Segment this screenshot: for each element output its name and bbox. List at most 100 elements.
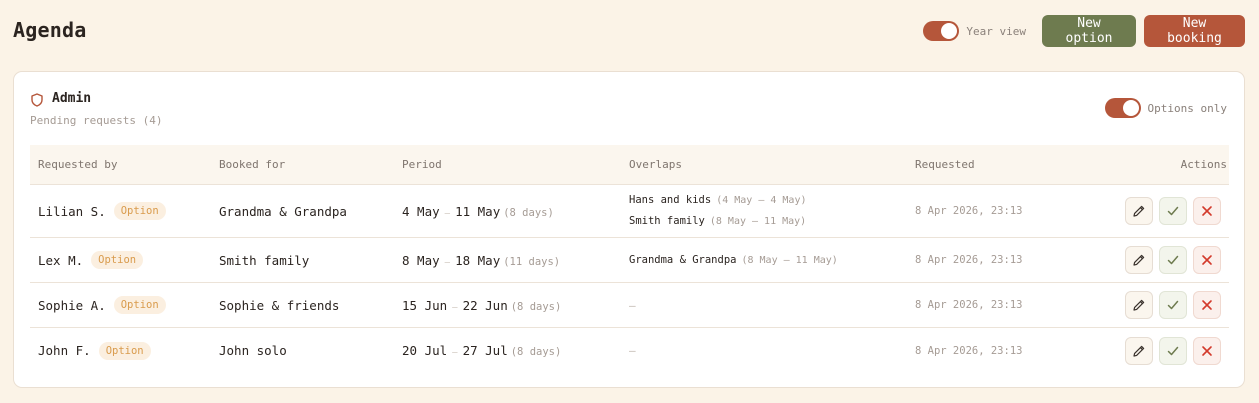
requester-name: Sophie A. — [38, 297, 106, 313]
approve-button[interactable] — [1159, 336, 1187, 365]
option-badge: Option — [91, 251, 144, 269]
period-days: (8 days) — [503, 206, 554, 219]
period-days: (8 days) — [510, 300, 562, 313]
table-row: Lilian S. Option Grandma & Grandpa 4 May –… — [30, 185, 1229, 238]
edit-button[interactable] — [1125, 291, 1153, 319]
booked-for: Sophie & friends — [219, 297, 340, 313]
pending-requests-count: Pending requests (4) — [30, 114, 163, 127]
new-option-button[interactable]: New option — [1042, 15, 1136, 47]
row-actions — [1105, 197, 1229, 225]
period: 8 May –18 May (11 days) — [402, 253, 629, 268]
overlaps-empty: – — [629, 298, 636, 312]
overlaps: Grandma & Grandpa (8 May – 11 May) — [629, 250, 915, 271]
admin-header: Admin — [31, 91, 92, 107]
admin-card: Admin Pending requests (4) Options only … — [13, 71, 1245, 388]
requested-date: 8 Apr 2026, 23:13 — [915, 254, 1023, 266]
row-actions — [1105, 291, 1229, 319]
requester-name: Lex M. — [38, 252, 84, 268]
period-end: 11 May — [455, 203, 501, 219]
row-actions — [1105, 336, 1229, 365]
toggle-knob — [941, 23, 958, 39]
edit-button[interactable] — [1125, 197, 1153, 225]
check-icon — [1167, 206, 1179, 216]
overlap-range: (8 May – 11 May) — [709, 216, 807, 227]
requested-date: 8 Apr 2026, 23:13 — [915, 205, 1023, 217]
year-view-toggle-group: Year view — [923, 21, 1026, 41]
period-start: 15 Jun — [402, 297, 448, 313]
table-row: Sophie A. Option Sophie & friends 15 Jun –… — [30, 283, 1229, 328]
edit-icon — [1133, 345, 1145, 357]
edit-icon — [1133, 299, 1145, 311]
row-actions — [1105, 246, 1229, 274]
reject-button[interactable] — [1193, 336, 1221, 365]
reject-button[interactable] — [1193, 291, 1221, 319]
close-icon — [1202, 300, 1212, 310]
overlaps: Hans and kids (4 May – 4 May) Smith famil… — [629, 190, 915, 232]
period-dash: – — [452, 302, 458, 313]
year-view-toggle[interactable] — [923, 21, 960, 41]
close-icon — [1202, 206, 1212, 216]
overlap-item: Grandma & Grandpa (8 May – 11 May) — [629, 250, 915, 271]
admin-title: Admin — [52, 91, 92, 106]
period: 4 May –11 May (8 days) — [402, 204, 629, 219]
period-start: 20 Jul — [402, 343, 448, 358]
top-toolbar: Year view New option New booking — [923, 15, 1245, 47]
requested-date: 8 Apr 2026, 23:13 — [915, 299, 1023, 311]
requester-name: John F. — [38, 343, 91, 358]
approve-button[interactable] — [1159, 291, 1187, 319]
close-icon — [1202, 255, 1212, 265]
header-overlaps: Overlaps — [629, 158, 682, 171]
overlap-range: (8 May – 11 May) — [741, 254, 838, 266]
option-badge: Option — [113, 202, 166, 220]
check-icon — [1167, 346, 1179, 355]
year-view-label: Year view — [966, 24, 1026, 38]
edit-button[interactable] — [1125, 336, 1153, 365]
period-dash: – — [444, 208, 451, 219]
shield-icon — [31, 92, 43, 107]
period: 15 Jun –22 Jun (8 days) — [402, 298, 629, 313]
option-badge: Option — [113, 296, 166, 314]
period-days: (11 days) — [503, 255, 561, 268]
options-only-toggle-group: Options only — [1104, 98, 1227, 118]
table-row: Lex M. Option Smith family 8 May –18 May (1… — [30, 238, 1229, 283]
period-start: 4 May — [402, 203, 440, 219]
overlap-item: Hans and kids (4 May – 4 May) — [629, 190, 915, 211]
reject-button[interactable] — [1193, 246, 1221, 274]
requester-name: Lilian S. — [38, 203, 106, 219]
requests-table: Requested by Booked for Period Overlaps … — [30, 145, 1229, 373]
header-period: Period — [402, 158, 442, 171]
table-row: John F. Option John solo 20 Jul –27 Jul (8 … — [30, 328, 1229, 373]
approve-button[interactable] — [1159, 197, 1187, 225]
overlap-name: Grandma & Grandpa — [629, 253, 737, 266]
period-end: 22 Jun — [462, 297, 508, 313]
new-booking-button[interactable]: New booking — [1144, 15, 1245, 47]
header-actions: Actions — [1180, 158, 1227, 171]
options-only-toggle[interactable] — [1104, 98, 1141, 118]
edit-icon — [1133, 254, 1145, 266]
period-start: 8 May — [402, 252, 440, 268]
edit-icon — [1133, 205, 1145, 217]
check-icon — [1167, 255, 1179, 265]
option-badge: Option — [98, 341, 151, 360]
page-title: Agenda — [13, 18, 87, 42]
edit-button[interactable] — [1125, 246, 1153, 274]
booked-for: Grandma & Grandpa — [219, 203, 347, 219]
period-end: 27 Jul — [462, 343, 508, 358]
period-end: 18 May — [455, 252, 501, 268]
requested-date: 8 Apr 2026, 23:13 — [915, 344, 1023, 357]
overlap-item: Smith family (8 May – 11 May) — [629, 211, 915, 232]
reject-button[interactable] — [1193, 197, 1221, 225]
overlap-name: Smith family — [629, 215, 705, 227]
header-booked-for: Booked for — [219, 158, 286, 171]
header-requested: Requested — [915, 158, 975, 171]
check-icon — [1167, 300, 1179, 310]
overlaps-empty: – — [629, 344, 636, 357]
period: 20 Jul –27 Jul (8 days) — [402, 343, 629, 358]
period-dash: – — [444, 257, 451, 268]
period-days: (8 days) — [510, 346, 562, 358]
toggle-knob — [1122, 100, 1139, 116]
approve-button[interactable] — [1159, 246, 1187, 274]
table-header: Requested by Booked for Period Overlaps … — [30, 145, 1229, 185]
overlap-name: Hans and kids — [629, 194, 712, 206]
header-requested-by: Requested by — [38, 158, 118, 171]
